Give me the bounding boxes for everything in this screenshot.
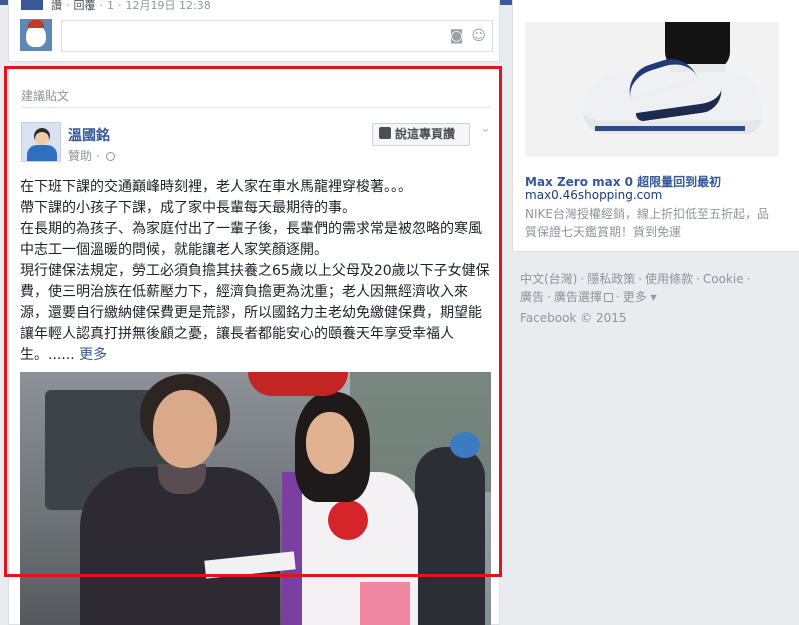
ad-description: NIKE台灣授權經銷，線上折扣低至五折起，品質保證七天鑑賞期！貨到免運 <box>525 207 769 239</box>
footer-separator: · <box>696 272 700 286</box>
avatar-face <box>35 132 49 145</box>
globe-icon <box>106 152 116 161</box>
ad-card[interactable]: Max Zero max 0 超限量回到最初 max0.46shopping.c… <box>512 0 799 252</box>
thumbs-up-icon <box>379 127 391 139</box>
footer-link-language[interactable]: 中文(台灣) <box>520 272 577 286</box>
previous-post-card: 讚 · 回覆 · 1 · 12月19日 12:38 ◙ ☺ <box>8 0 500 62</box>
like-count: 1 <box>107 0 114 12</box>
ad-image[interactable] <box>525 22 779 157</box>
footer-link-terms[interactable]: 使用條款 <box>645 272 693 286</box>
avatar-body <box>27 145 57 161</box>
footer-copyright: Facebook © 2015 <box>520 311 627 325</box>
camera-icon[interactable]: ◙ <box>450 28 464 44</box>
footer-link-privacy[interactable]: 隱私政策 <box>587 272 635 286</box>
chevron-down-icon[interactable]: ⌄ <box>480 121 491 136</box>
snowman-hat <box>28 20 44 28</box>
footer: 中文(台灣) · 隱私政策 · 使用條款 · Cookie · 廣告 · 廣告選擇 · 更多 ▾ Fa… <box>520 270 790 327</box>
post-photo[interactable] <box>20 372 491 625</box>
emoji-icon[interactable]: ☺ <box>471 28 486 44</box>
comment-tools: ◙ ☺ <box>442 28 486 44</box>
photo-helmet <box>450 432 480 458</box>
adchoices-icon <box>603 293 613 302</box>
photo-vest-stripe <box>282 472 302 625</box>
comment-timestamp[interactable]: 12月19日 12:38 <box>126 0 211 12</box>
section-title: 建議貼文 <box>21 89 70 103</box>
author-avatar[interactable] <box>21 122 61 162</box>
caret-down-icon[interactable]: ▾ <box>647 290 657 304</box>
post-line: 在下班下課的交通巔峰時刻裡，老人家在車水馬龍裡穿梭著。。。 <box>20 179 412 195</box>
sponsored-label: 贊助 · <box>68 147 116 164</box>
footer-separator: · <box>547 290 551 304</box>
post-line: 現行健保法規定，勞工必須負擔其扶養之65歲以上父母及20歲以下子女健保費，使三明… <box>20 261 495 366</box>
mini-avatar <box>21 0 43 10</box>
like-page-label: 說這專頁讚 <box>395 127 456 141</box>
suggested-post-card: 建議貼文 溫國銘 贊助 · 說這專頁讚 ⌄ 在下班下課的交通巔峰時刻裡，老人家在… <box>8 68 500 625</box>
post-line: 在長期的為孩子、為家庭付出了一輩子後，長輩們的需求常是被忽略的寒風中志工一個溫暖… <box>20 221 482 258</box>
footer-separator: · <box>746 272 751 286</box>
footer-link-adchoices[interactable]: 廣告選擇 <box>554 290 602 304</box>
photo-headpiece <box>248 372 348 396</box>
reply-link[interactable]: 回覆 <box>74 0 96 12</box>
photo-woman-face <box>153 390 217 468</box>
photo-volunteer-face <box>306 412 354 474</box>
post-line: 帶下課的小孩子下課，成了家中長輩每天最期待的事。 <box>20 200 356 216</box>
footer-link-ads[interactable]: 廣告 <box>520 290 544 304</box>
comment-input[interactable]: ◙ ☺ <box>61 20 493 52</box>
separator-dot: · <box>118 0 122 12</box>
footer-separator: · <box>615 290 620 304</box>
previous-post-meta: 讚 · 回覆 · 1 · 12月19日 12:38 <box>21 0 211 12</box>
ad-domain[interactable]: max0.46shopping.com <box>525 188 662 202</box>
footer-separator: · <box>638 272 643 286</box>
snowman-figure <box>26 25 46 47</box>
post-text: 在下班下課的交通巔峰時刻裡，老人家在車水馬龍裡穿梭著。。。 帶下課的小孩子下課，… <box>20 177 495 366</box>
author-name-link[interactable]: 溫國銘 <box>68 125 110 145</box>
separator-dot: · <box>66 0 70 12</box>
ad-sole-accent <box>595 126 745 131</box>
photo-vest-badge <box>328 500 368 540</box>
like-page-button[interactable]: 說這專頁讚 <box>372 123 470 146</box>
photo-scooter-rider <box>415 447 485 625</box>
photo-bag <box>360 582 410 625</box>
footer-link-more[interactable]: 更多 <box>623 290 647 304</box>
commenter-avatar[interactable] <box>20 19 52 51</box>
separator-dot: · <box>99 0 104 12</box>
sponsored-text: 贊助 <box>68 149 93 163</box>
footer-separator: · <box>580 272 585 286</box>
divider <box>21 107 491 108</box>
like-link[interactable]: 讚 <box>51 0 62 12</box>
see-more-link[interactable]: 更多 <box>79 347 107 363</box>
footer-link-cookie[interactable]: Cookie <box>703 272 744 286</box>
